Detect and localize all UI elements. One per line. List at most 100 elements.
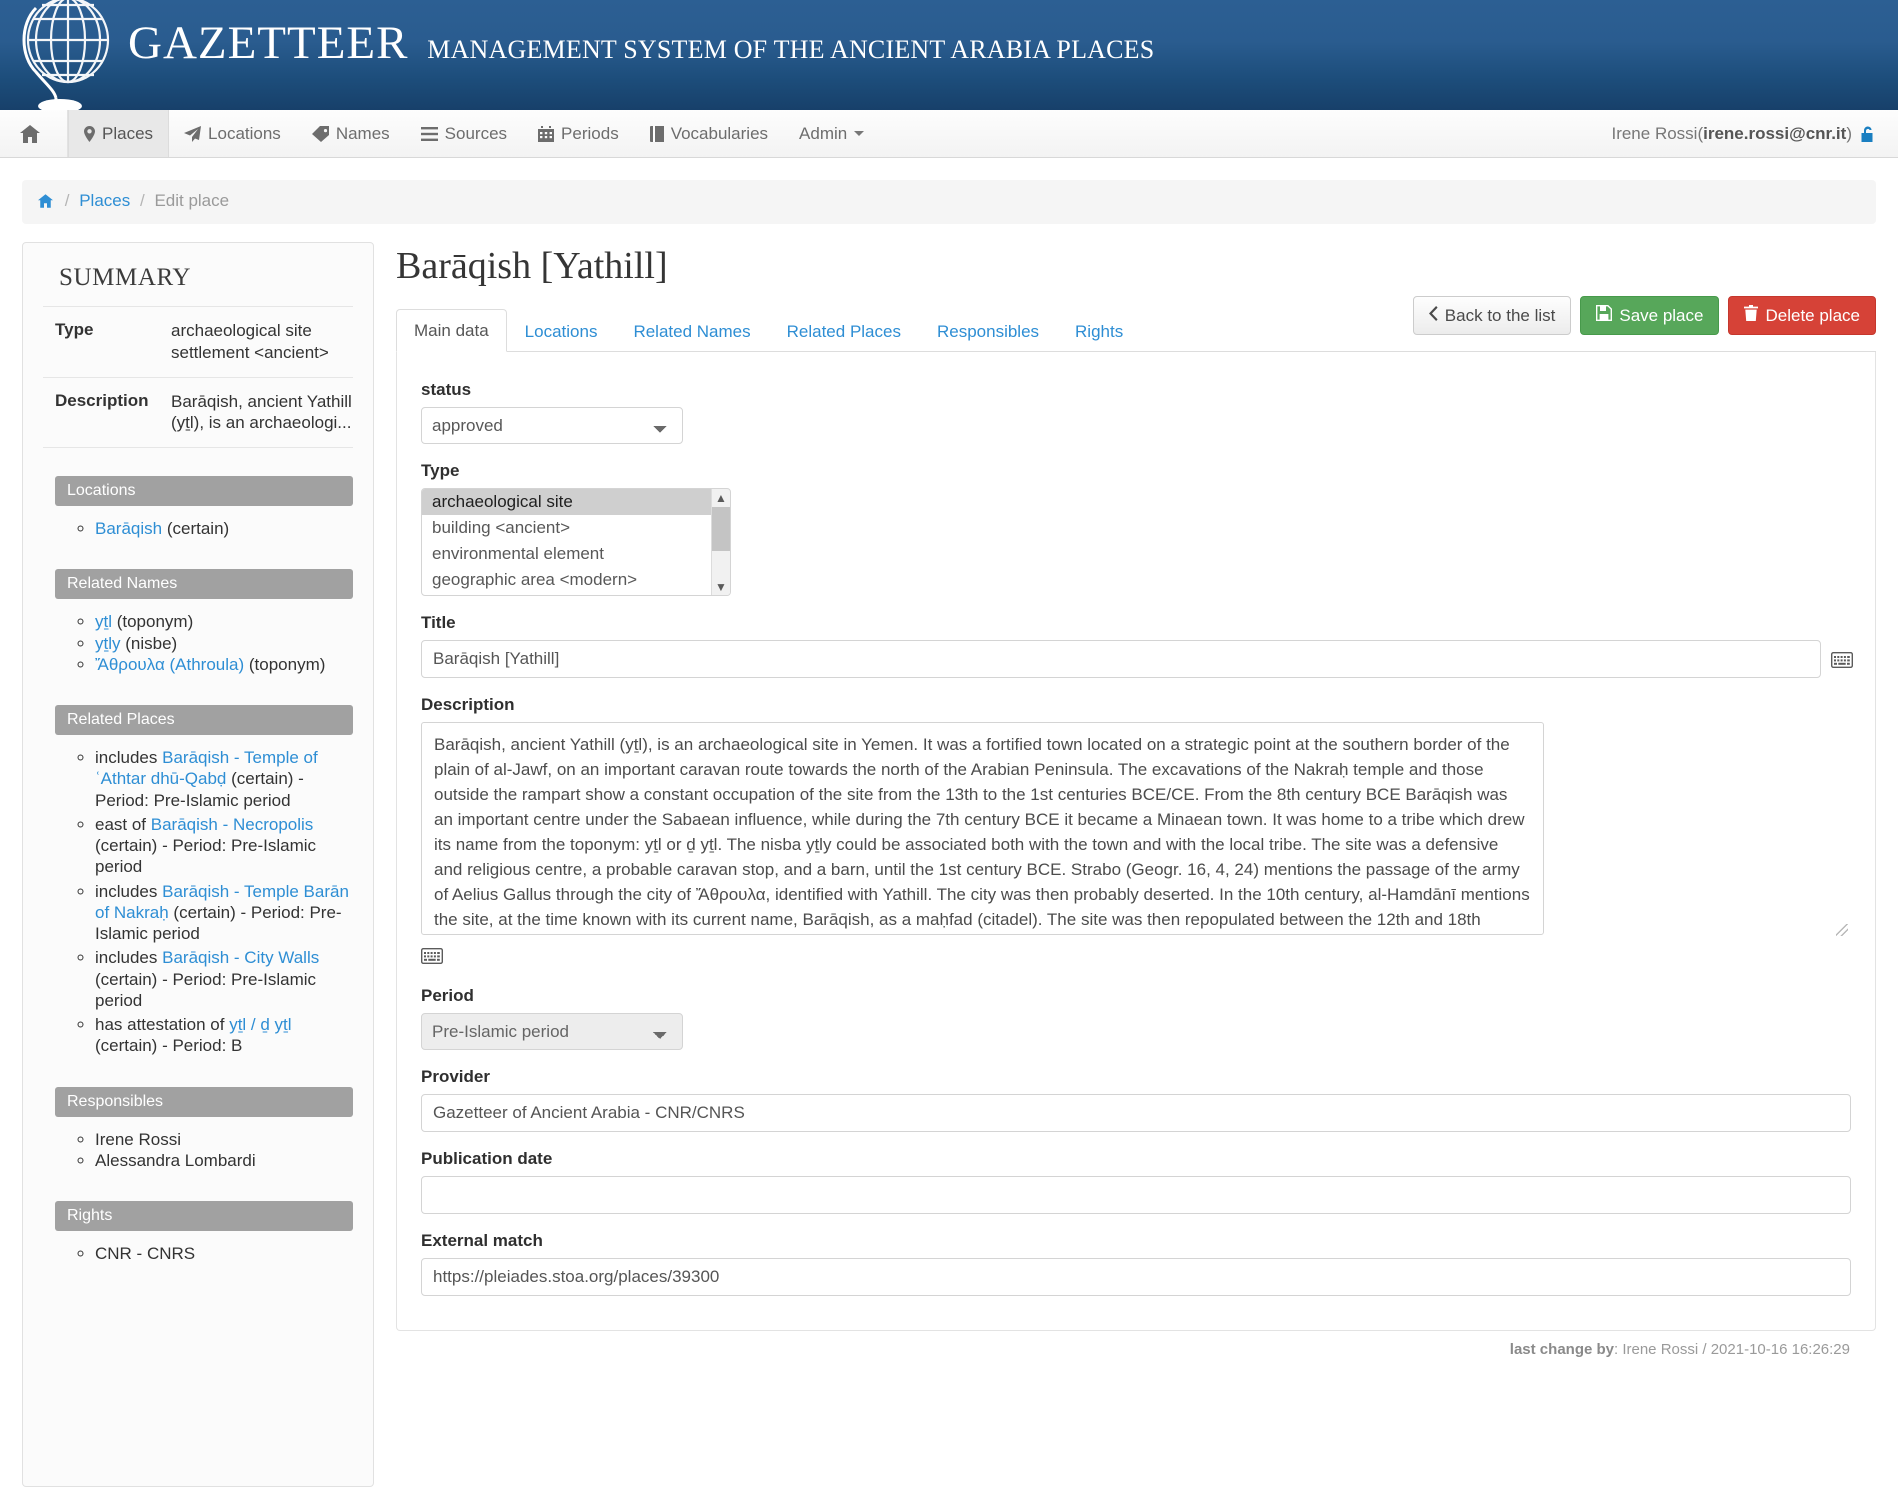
unlock-icon[interactable] [1860, 125, 1876, 143]
related-name-link[interactable]: Ἄθρουλα (Athroula) [95, 655, 244, 674]
field-group-external-match: External match [421, 1231, 1851, 1296]
floppy-disk-icon [1596, 305, 1613, 326]
breadcrumb-separator-2: / [139, 191, 145, 210]
nav-item-periods[interactable]: Periods [523, 110, 635, 157]
section-heading-locations: Locations [55, 476, 353, 506]
nav-label-admin: Admin [799, 123, 848, 143]
summary-type-label: Type [55, 320, 94, 339]
tab-locations[interactable]: Locations [507, 310, 616, 352]
relation-prefix: includes [95, 748, 163, 767]
tab-responsibles[interactable]: Responsibles [919, 310, 1057, 352]
keyboard-icon[interactable] [420, 947, 444, 965]
related-place-link[interactable]: Barāqish - City Walls [162, 948, 319, 967]
list-item: Alessandra Lombardi [95, 1150, 353, 1171]
list-item: includes Barāqish - Temple Barān of Nakr… [95, 881, 353, 945]
nav-item-sources[interactable]: Sources [406, 110, 523, 157]
relation-prefix: includes [95, 948, 163, 968]
field-group-title: Title [421, 613, 1854, 678]
breadcrumb-places-link[interactable]: Places [79, 191, 130, 210]
nav-item-names[interactable]: Names [297, 110, 406, 157]
related-name-suffix: (toponym) [244, 654, 326, 674]
list-item: Ἄθρουλα (Athroula) (toponym) [95, 654, 353, 675]
list-item: includes Barāqish - Temple of ʿAthtar dh… [95, 747, 353, 811]
field-group-publication-date: Publication date [421, 1149, 1851, 1214]
delete-place-button[interactable]: Delete place [1728, 296, 1876, 336]
nav-home[interactable] [0, 110, 68, 157]
action-buttons: Back to the list Save place Delete place [1412, 296, 1876, 336]
keyboard-icon[interactable] [1830, 651, 1854, 668]
related-names-list: yṯl (toponym) yṯly (nisbe) Ἄθρουλα (Athr… [73, 611, 353, 675]
tab-related-places[interactable]: Related Places [769, 310, 919, 352]
book-icon [649, 125, 664, 142]
scroll-up-arrow-icon[interactable]: ▲ [712, 489, 730, 506]
nav-label-names: Names [335, 123, 390, 143]
period-label: Period [421, 986, 474, 1005]
calendar-icon [538, 125, 555, 142]
main-nav: Places Locations Names Sources Periods V… [0, 110, 1898, 158]
type-option-archaeological-site[interactable]: archaeological site [422, 489, 730, 515]
relation-suffix: (certain) - Period: Pre-Islamic period [95, 836, 317, 877]
breadcrumb-home-icon[interactable] [38, 193, 53, 213]
page-title: Barāqish [Yathill] [396, 245, 668, 287]
list-item: includes Barāqish - City Walls (certain)… [95, 947, 353, 1011]
tab-bar: Main data Locations Related Names Relate… [396, 296, 1876, 352]
back-to-list-button[interactable]: Back to the list [1412, 296, 1572, 336]
description-textarea[interactable]: Barāqish, ancient Yathill (yṯl), is an a… [421, 722, 1544, 935]
tab-rights[interactable]: Rights [1057, 310, 1141, 352]
title-label: Title [421, 613, 456, 632]
user-email: irene.rossi@cnr.it [1703, 124, 1847, 143]
provider-input[interactable] [421, 1094, 1851, 1132]
period-select[interactable]: Pre-Islamic period [421, 1013, 683, 1050]
related-place-link[interactable]: yṯl / ḏ yṯl [229, 1015, 291, 1034]
chevron-left-icon [1428, 305, 1438, 326]
nav-item-vocabularies[interactable]: Vocabularies [635, 110, 784, 157]
scrollbar-thumb[interactable] [712, 507, 730, 551]
save-place-button[interactable]: Save place [1580, 296, 1720, 336]
status-select[interactable]: approved [421, 407, 683, 444]
responsibles-list: Irene Rossi Alessandra Lombardi [73, 1129, 353, 1172]
type-listbox-scrollbar[interactable]: ▲ ▼ [711, 489, 730, 595]
type-option-building-ancient[interactable]: building <ancient> [422, 515, 730, 541]
tab-related-names[interactable]: Related Names [615, 310, 768, 352]
user-name: Irene Rossi [1611, 124, 1698, 143]
nav-label-locations: Locations [208, 123, 281, 143]
external-match-input[interactable] [421, 1258, 1851, 1296]
relation-suffix: (certain) - Period: B [95, 1036, 243, 1056]
publication-date-input[interactable] [421, 1176, 1851, 1214]
nav-label-places: Places [102, 123, 154, 143]
list-item: yṯl (toponym) [95, 611, 353, 632]
nav-item-places[interactable]: Places [68, 110, 170, 157]
title-input[interactable] [421, 640, 1821, 678]
map-marker-icon [84, 125, 95, 142]
main-content: Barāqish [Yathill] Main data Locations R… [396, 242, 1876, 1487]
list-item: Irene Rossi [95, 1129, 353, 1150]
related-places-list: includes Barāqish - Temple of ʿAthtar dh… [73, 747, 353, 1057]
user-session: Irene Rossi (irene.rossi@cnr.it) [1611, 110, 1876, 158]
page-body: SUMMARY Type archaeological site settlem… [0, 224, 1898, 1509]
field-group-provider: Provider [421, 1067, 1851, 1132]
related-place-link[interactable]: Barāqish - Necropolis [151, 815, 314, 834]
location-link[interactable]: Barāqish [95, 519, 162, 538]
description-label: Description [421, 695, 515, 714]
related-name-link[interactable]: yṯly [95, 634, 121, 653]
nav-item-locations[interactable]: Locations [169, 110, 297, 157]
globe-logo-icon [22, 0, 110, 110]
user-paren-close: ) [1846, 124, 1852, 143]
last-change-label: last change by [1509, 1341, 1614, 1358]
brand: GAZETTEER MANAGEMENT SYSTEM OF THE ANCIE… [128, 16, 1154, 70]
type-listbox[interactable]: archaeological site building <ancient> e… [421, 488, 731, 596]
field-group-description: Description Barāqish, ancient Yathill (y… [420, 695, 1851, 969]
type-option-environmental-element[interactable]: environmental element [422, 541, 730, 567]
paper-plane-icon [184, 125, 202, 142]
relation-suffix: (certain) - Period: Pre-Islamic period [95, 969, 317, 1010]
list-item: CNR - CNRS [95, 1243, 353, 1264]
nav-item-admin[interactable]: Admin [784, 110, 880, 157]
tag-icon [311, 125, 329, 142]
related-name-suffix: (toponym) [112, 612, 194, 632]
related-name-link[interactable]: yṯl [95, 612, 112, 631]
type-option-geographic-area-modern[interactable]: geographic area <modern> [422, 567, 730, 593]
scroll-down-arrow-icon[interactable]: ▼ [712, 578, 730, 595]
related-name-suffix: (nisbe) [120, 633, 178, 653]
tab-main-data[interactable]: Main data [396, 309, 507, 352]
textarea-resize-grip[interactable] [1836, 924, 1848, 936]
